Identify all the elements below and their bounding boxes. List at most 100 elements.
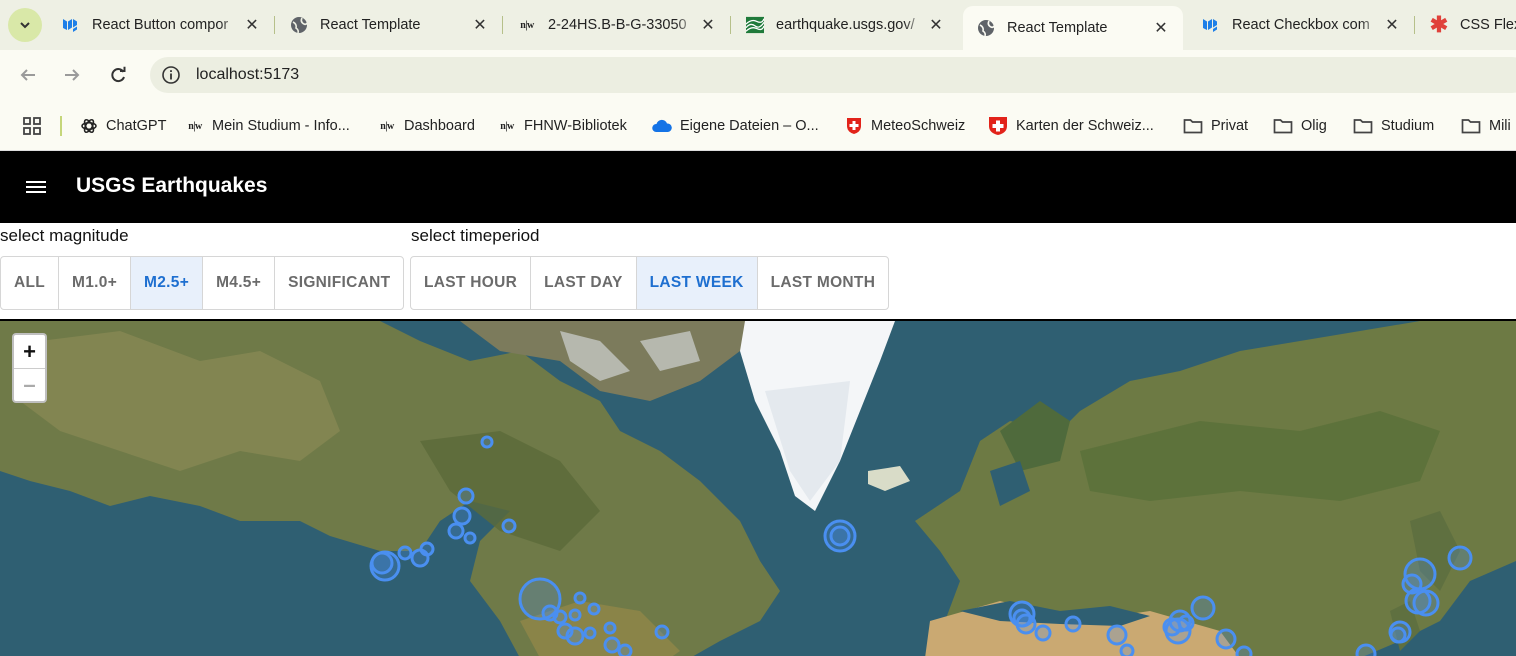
folder-icon	[1461, 117, 1481, 135]
earthquake-marker[interactable]	[447, 522, 465, 540]
earthquake-marker[interactable]	[829, 525, 851, 547]
timeperiod-option-last-day[interactable]: LAST DAY	[531, 257, 637, 309]
close-tab-icon[interactable]: ✕	[1382, 15, 1402, 35]
close-tab-icon[interactable]: ✕	[470, 15, 490, 35]
earthquake-marker[interactable]	[603, 636, 621, 654]
arrow-left-icon	[20, 69, 35, 81]
usgs-icon	[746, 16, 764, 34]
earthquake-marker[interactable]	[573, 591, 587, 605]
chevron-down-icon	[20, 22, 30, 29]
reload-icon	[111, 66, 126, 83]
nw-icon: n|w	[188, 120, 202, 132]
bookmark-meteoschweiz[interactable]: MeteoSchweiz	[845, 114, 965, 138]
bookmark-fhnw-bibliothek[interactable]: n|w FHNW-Bibliotek	[498, 114, 627, 138]
address-bar[interactable]: localhost:5173	[150, 57, 1516, 93]
close-tab-icon[interactable]: ✕	[1151, 18, 1171, 38]
magnitude-option-m2-5[interactable]: M2.5+	[131, 257, 204, 309]
earthquake-marker[interactable]	[1034, 624, 1052, 642]
earthquake-marker[interactable]	[1412, 589, 1440, 617]
earthquake-marker[interactable]	[1355, 643, 1377, 656]
magnitude-option-significant[interactable]: SIGNIFICANT	[275, 257, 403, 309]
earthquake-marker[interactable]	[501, 518, 517, 534]
browser-toolbar: localhost:5173	[0, 50, 1516, 100]
browser-tab-strip: React Button compor ✕ React Template ✕ n…	[0, 0, 1516, 50]
nw-icon: n|w	[380, 120, 394, 132]
bookmark-folder-studium[interactable]: Studium	[1353, 114, 1434, 138]
earthquake-marker[interactable]	[1190, 595, 1216, 621]
zoom-in-button[interactable]: +	[14, 335, 45, 368]
earthquake-marker[interactable]	[1119, 643, 1135, 656]
browser-tab[interactable]: earthquake.usgs.gov/ ✕	[732, 8, 958, 42]
timeperiod-option-last-week[interactable]: LAST WEEK	[636, 257, 758, 309]
bookmark-folder-olig[interactable]: Olig	[1273, 114, 1327, 138]
zoom-out-button[interactable]: –	[14, 368, 45, 401]
folder-icon	[1353, 117, 1373, 135]
earthquake-marker[interactable]	[1215, 628, 1237, 650]
bookmark-mein-studium[interactable]: n|w Mein Studium - Info...	[186, 114, 350, 138]
earthquake-marker[interactable]	[1015, 613, 1037, 635]
earthquake-marker[interactable]	[654, 624, 670, 640]
magnitude-option-all[interactable]: ALL	[1, 257, 60, 309]
timeperiod-option-last-hour[interactable]: LAST HOUR	[411, 257, 532, 309]
earthquake-marker[interactable]	[1106, 624, 1128, 646]
earthquake-marker[interactable]	[1064, 615, 1082, 633]
browser-tab-active[interactable]: React Template ✕	[963, 6, 1183, 50]
bookmark-chatgpt[interactable]: ChatGPT	[80, 114, 166, 138]
menu-icon[interactable]	[24, 178, 48, 196]
earthquake-marker[interactable]	[568, 608, 582, 622]
timeperiod-option-last-month[interactable]: LAST MONTH	[758, 257, 889, 309]
folder-icon	[1273, 117, 1293, 135]
magnitude-label: select magnitude	[0, 226, 129, 245]
earthquake-marker[interactable]	[1162, 617, 1182, 637]
reload-button[interactable]	[106, 63, 130, 87]
bookmark-karten-der-schweiz[interactable]: Karten der Schweiz...	[988, 114, 1154, 138]
earthquake-marker[interactable]	[587, 602, 601, 616]
earthquake-map[interactable]: + –	[0, 319, 1516, 656]
apps-button[interactable]	[22, 114, 42, 138]
earthquake-marker[interactable]	[397, 545, 413, 561]
browser-tab[interactable]: React Button compor ✕	[48, 8, 275, 42]
back-button[interactable]	[16, 63, 40, 87]
earthquake-marker[interactable]	[419, 541, 435, 557]
earthquake-markers	[369, 435, 1473, 656]
earthquake-marker[interactable]	[565, 626, 585, 646]
bookmark-folder-mili[interactable]: Mili	[1461, 114, 1511, 138]
chatgpt-icon	[80, 117, 98, 135]
browser-tab[interactable]: n|w 2-24HS.B-B-G-33050 ✕	[504, 8, 731, 42]
magnitude-option-m4-5[interactable]: M4.5+	[203, 257, 276, 309]
apps-grid-icon	[23, 117, 41, 135]
earthquake-marker[interactable]	[1389, 626, 1407, 644]
bookmark-dashboard[interactable]: n|w Dashboard	[378, 114, 475, 138]
bookmark-eigene-dateien[interactable]: Eigene Dateien – O...	[652, 114, 819, 138]
close-tab-icon[interactable]: ✕	[698, 15, 718, 35]
earthquake-marker[interactable]	[370, 551, 394, 575]
site-info-icon[interactable]	[160, 64, 182, 86]
earthquake-marker[interactable]	[457, 487, 475, 505]
browser-tab[interactable]: React Template ✕	[276, 8, 503, 42]
browser-tab[interactable]: React Checkbox com ✕	[1188, 8, 1415, 42]
browser-tab[interactable]: ✱ CSS Flexb	[1416, 8, 1516, 42]
zoom-control: + –	[12, 333, 47, 403]
earthquake-marker[interactable]	[603, 621, 617, 635]
mui-icon	[62, 16, 80, 34]
earthquake-marker[interactable]	[452, 506, 472, 526]
earthquake-marker[interactable]	[463, 531, 477, 545]
mui-icon	[1202, 16, 1220, 34]
bookmarks-bar: ChatGPT n|w Mein Studium - Info... n|w D…	[0, 100, 1516, 151]
magnitude-option-m1[interactable]: M1.0+	[59, 257, 132, 309]
earthquake-marker[interactable]	[1177, 614, 1195, 632]
bookmark-folder-privat[interactable]: Privat	[1183, 114, 1248, 138]
earthquake-marker[interactable]	[480, 435, 494, 449]
earthquake-marker[interactable]	[1447, 545, 1473, 571]
tab-search-button[interactable]	[8, 8, 42, 42]
arrow-right-icon	[65, 69, 80, 81]
earthquake-marker[interactable]	[583, 626, 597, 640]
earthquake-marker[interactable]	[617, 643, 633, 656]
close-tab-icon[interactable]: ✕	[242, 15, 262, 35]
close-tab-icon[interactable]: ✕	[926, 15, 946, 35]
app-title: USGS Earthquakes	[76, 174, 268, 197]
globe-icon	[290, 16, 308, 34]
earthquake-marker[interactable]	[552, 609, 568, 625]
forward-button[interactable]	[60, 63, 84, 87]
earthquake-marker[interactable]	[1235, 645, 1253, 656]
